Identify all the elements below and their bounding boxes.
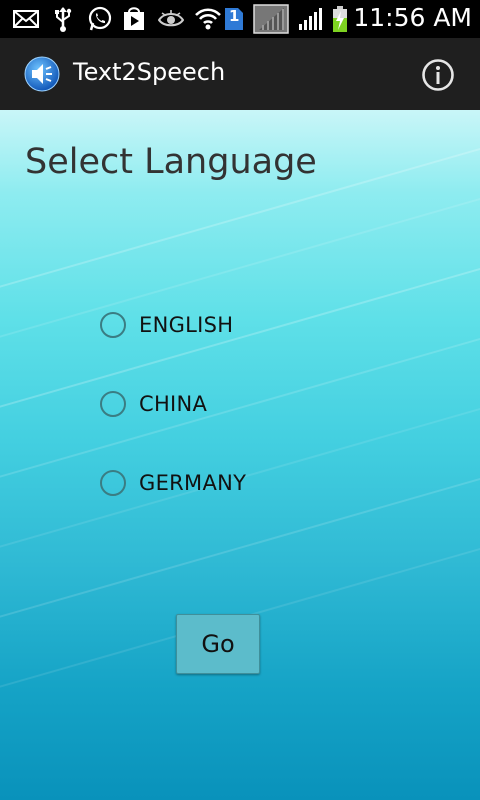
action-bar: Text2Speech [0,38,480,112]
radio-button[interactable] [100,391,126,417]
play-store-icon [120,4,148,34]
radio-label: GERMANY [139,471,247,495]
eye-icon [157,4,185,34]
radio-button[interactable] [100,470,126,496]
whatsapp-icon [86,4,114,34]
radio-china[interactable]: CHINA [100,390,207,418]
status-bar: 1 11:56 AM [0,0,480,38]
main-content: Select Language ENGLISH CHINA GERMANY Go [0,110,480,800]
battery-charging-icon [330,4,350,34]
sim-number: 1 [229,7,240,25]
sim-icon: 1 [223,4,245,34]
radio-button[interactable] [100,312,126,338]
info-icon[interactable] [420,57,456,93]
speaker-icon[interactable] [24,56,60,92]
radio-label: ENGLISH [139,313,234,337]
radio-germany[interactable]: GERMANY [100,469,246,497]
wifi-icon [194,4,222,34]
signal-icon [296,4,324,34]
mail-icon [12,4,40,34]
app-title: Text2Speech [73,58,226,86]
usb-icon [52,4,74,34]
signal-no-service-icon [252,4,290,34]
radio-label: CHINA [139,392,208,416]
go-button[interactable]: Go [176,614,260,674]
page-title: Select Language [25,142,317,182]
status-time: 11:56 AM [353,3,472,32]
background-streak [0,230,480,442]
radio-english[interactable]: ENGLISH [100,311,233,339]
